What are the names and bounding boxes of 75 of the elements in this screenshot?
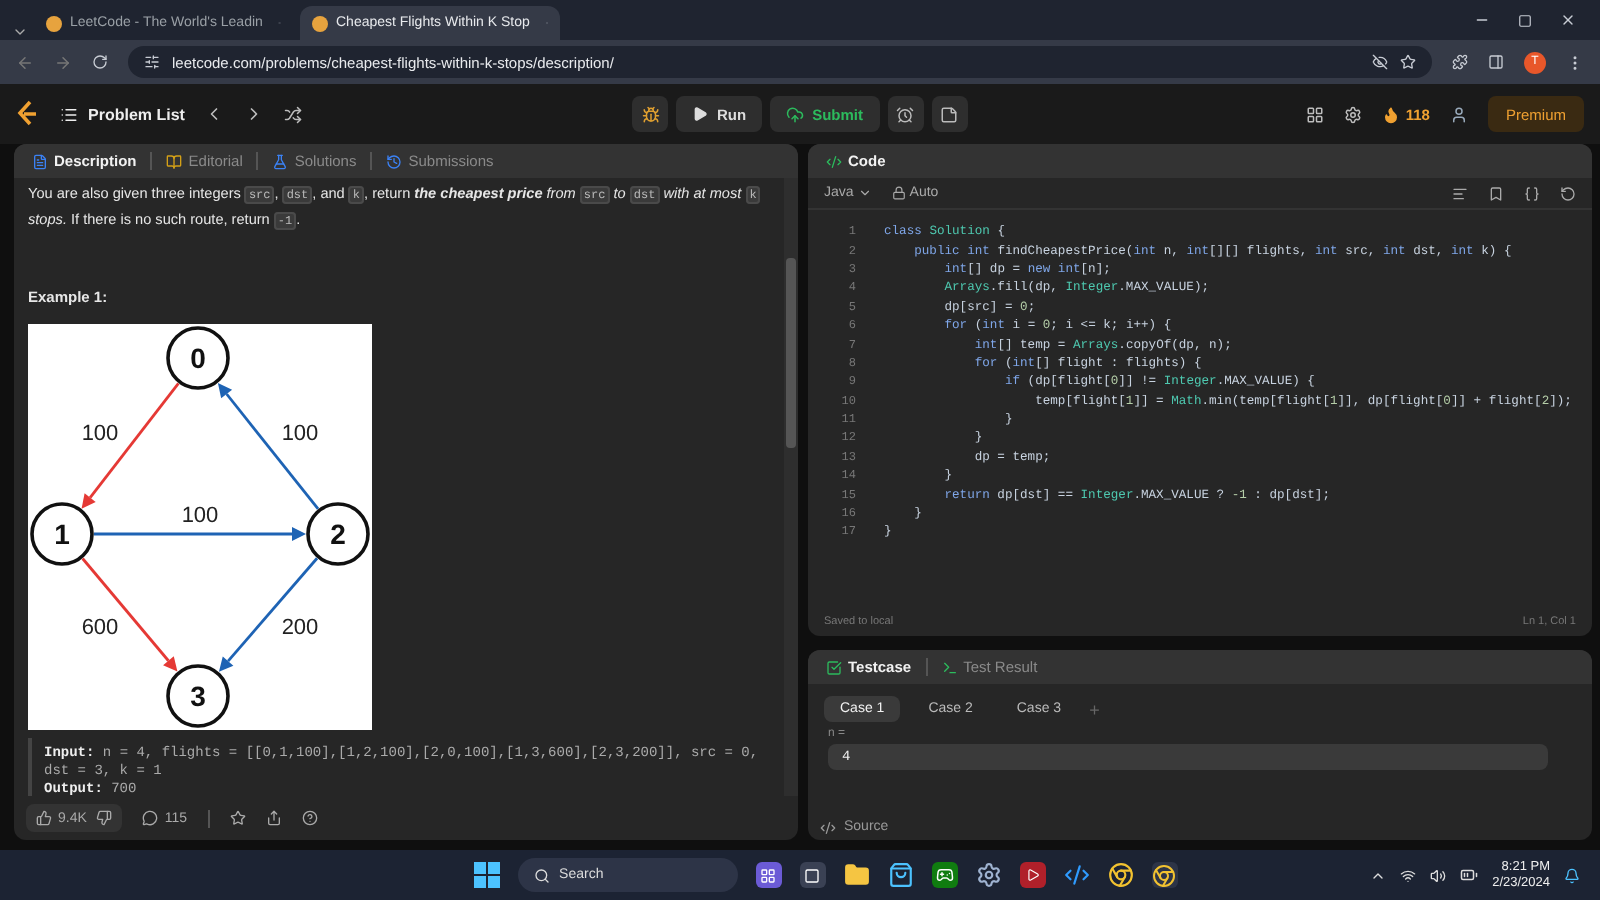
battery-icon[interactable] (1460, 866, 1479, 884)
edge-label: 100 (281, 422, 319, 446)
note-icon (940, 105, 958, 123)
dislike-icon[interactable] (96, 810, 113, 826)
task-view-icon[interactable] (799, 862, 826, 888)
store-icon[interactable] (887, 862, 914, 888)
reset-icon[interactable] (1560, 185, 1576, 201)
tab-icon (941, 659, 958, 675)
graph-node: 1 (30, 502, 94, 566)
list-icon (60, 105, 78, 123)
shuffle-icon[interactable] (284, 105, 303, 123)
help-icon[interactable] (301, 810, 318, 826)
scrollbar[interactable] (784, 178, 798, 796)
code-icon (820, 819, 836, 835)
edge-label: 100 (181, 504, 219, 528)
tab-icon (272, 153, 289, 169)
bookmark-icon[interactable] (1488, 185, 1504, 201)
problem-list-button[interactable]: Problem List (60, 105, 185, 123)
puzzle-icon[interactable] (1452, 54, 1468, 70)
cloud-upload-icon (786, 105, 805, 123)
graph-node: 0 (166, 326, 230, 390)
user-icon[interactable] (1449, 105, 1468, 123)
favicon-icon (312, 15, 328, 31)
bug-icon (641, 105, 660, 123)
back-icon[interactable] (16, 53, 34, 71)
reload-icon[interactable] (92, 54, 108, 70)
layout-icon[interactable] (1305, 105, 1324, 123)
alarm-clock-icon (896, 105, 914, 123)
browser-icon[interactable] (1107, 862, 1134, 888)
notification-icon[interactable] (1564, 867, 1580, 883)
notes-button[interactable] (931, 96, 967, 132)
side-panel-icon[interactable] (1488, 54, 1504, 70)
tab-icon (386, 153, 403, 169)
edge-label: 600 (81, 616, 119, 640)
eye-off-icon[interactable] (1372, 54, 1388, 70)
logo-icon[interactable] (16, 100, 40, 128)
caret-icon (857, 186, 872, 200)
wifi-icon[interactable] (1400, 867, 1417, 883)
browser-icon[interactable] (1151, 862, 1178, 888)
site-settings-icon[interactable] (144, 54, 160, 70)
tab-icon (826, 659, 842, 675)
close-icon[interactable] (1560, 12, 1576, 28)
tab-icon (166, 153, 183, 169)
graph-node: 3 (166, 664, 230, 728)
windows-start-icon[interactable] (473, 862, 500, 888)
search-icon (533, 867, 550, 883)
debug-button[interactable] (632, 96, 669, 132)
flame-icon (1381, 105, 1400, 123)
forward-icon[interactable] (54, 53, 72, 71)
edge-label: 100 (81, 422, 119, 446)
tab-icon (32, 153, 48, 169)
favicon-icon (46, 15, 62, 31)
timer-button[interactable] (887, 96, 923, 132)
star-icon[interactable] (1400, 54, 1416, 70)
star-icon[interactable] (229, 810, 246, 826)
volume-icon[interactable] (1430, 867, 1447, 883)
maximize-icon[interactable] (1518, 13, 1532, 27)
comment-icon (142, 810, 159, 826)
edge-label: 200 (281, 616, 319, 640)
settings-icon[interactable] (975, 862, 1002, 888)
lock-icon (891, 186, 906, 200)
play-icon (692, 106, 709, 122)
code-icon (826, 153, 842, 169)
tab-list-icon[interactable] (12, 24, 28, 40)
thumbs-up-icon (36, 810, 52, 826)
code-editor-icon[interactable] (1063, 862, 1090, 888)
folder-icon[interactable] (843, 862, 870, 888)
format-icon[interactable] (1452, 185, 1468, 201)
gamepad-icon[interactable] (931, 862, 958, 888)
settings-icon[interactable] (1343, 105, 1362, 123)
widgets-icon[interactable] (755, 862, 782, 888)
play-icon[interactable] (1019, 862, 1046, 888)
share-icon[interactable] (265, 810, 282, 826)
graph-node: 2 (306, 502, 370, 566)
braces-icon[interactable] (1524, 185, 1540, 201)
